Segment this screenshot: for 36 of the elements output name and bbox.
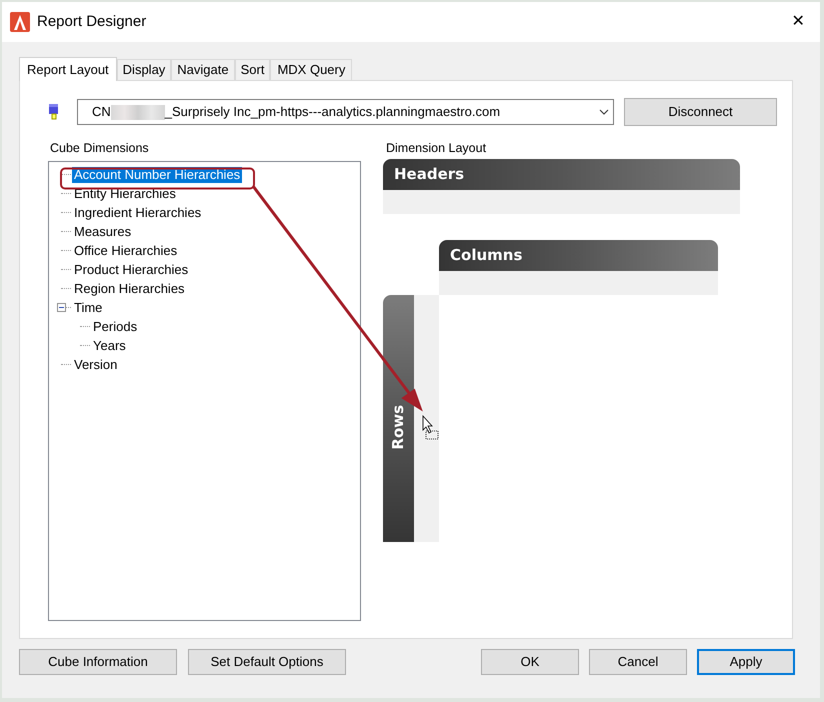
tab[interactable]: Navigate bbox=[171, 59, 235, 80]
dialog-button[interactable]: OK bbox=[481, 649, 579, 675]
connection-dropdown[interactable]: CN _Surprisely Inc_pm-https---analytics.planningmaestro.com bbox=[77, 99, 614, 125]
tab[interactable]: Display bbox=[116, 59, 172, 80]
tab[interactable]: MDX Query bbox=[270, 59, 352, 80]
disconnect-button[interactable]: Disconnect bbox=[624, 98, 777, 126]
tree-item[interactable]: Product Hierarchies bbox=[72, 262, 190, 278]
close-button[interactable]: ✕ bbox=[786, 10, 810, 34]
section-label: Dimension Layout bbox=[386, 140, 488, 157]
tab[interactable]: Report Layout bbox=[19, 57, 117, 81]
connection-name: _Surprisely Inc_pm-https---analytics.planningmaestro.com bbox=[164, 103, 500, 122]
columns-zone: Columns bbox=[439, 240, 718, 271]
app-logo-icon bbox=[10, 12, 30, 32]
tree-item[interactable]: Region Hierarchies bbox=[72, 280, 187, 296]
dialog-button[interactable]: Cube Information bbox=[19, 649, 177, 675]
dialog-button[interactable]: Set Default Options bbox=[188, 649, 346, 675]
tree-item[interactable]: Periods bbox=[91, 318, 140, 334]
tab[interactable]: Sort bbox=[234, 59, 270, 80]
tree-item[interactable]: Time bbox=[72, 300, 104, 316]
tree-item[interactable]: Ingredient Hierarchies bbox=[72, 204, 204, 220]
redacted-text bbox=[110, 104, 165, 120]
tree-item[interactable]: Office Hierarchies bbox=[72, 242, 180, 258]
tree-item[interactable]: Version bbox=[72, 356, 120, 372]
tree-item[interactable]: Measures bbox=[72, 224, 134, 240]
connection-prefix: CN bbox=[92, 103, 111, 122]
window-title: Report Designer bbox=[37, 12, 146, 32]
dialog-button[interactable]: Apply bbox=[697, 649, 795, 675]
tree-item[interactable]: Entity Hierarchies bbox=[72, 186, 178, 202]
headers-zone: Headers bbox=[383, 159, 740, 190]
collapse-toggle[interactable] bbox=[57, 303, 66, 312]
cursor-icon bbox=[422, 414, 438, 440]
cube-icon bbox=[48, 103, 60, 121]
tree-item[interactable]: Years bbox=[91, 338, 128, 354]
section-label: Cube Dimensions bbox=[50, 140, 150, 157]
rows-label: Rows bbox=[388, 404, 408, 450]
dialog-button[interactable]: Cancel bbox=[589, 649, 687, 675]
